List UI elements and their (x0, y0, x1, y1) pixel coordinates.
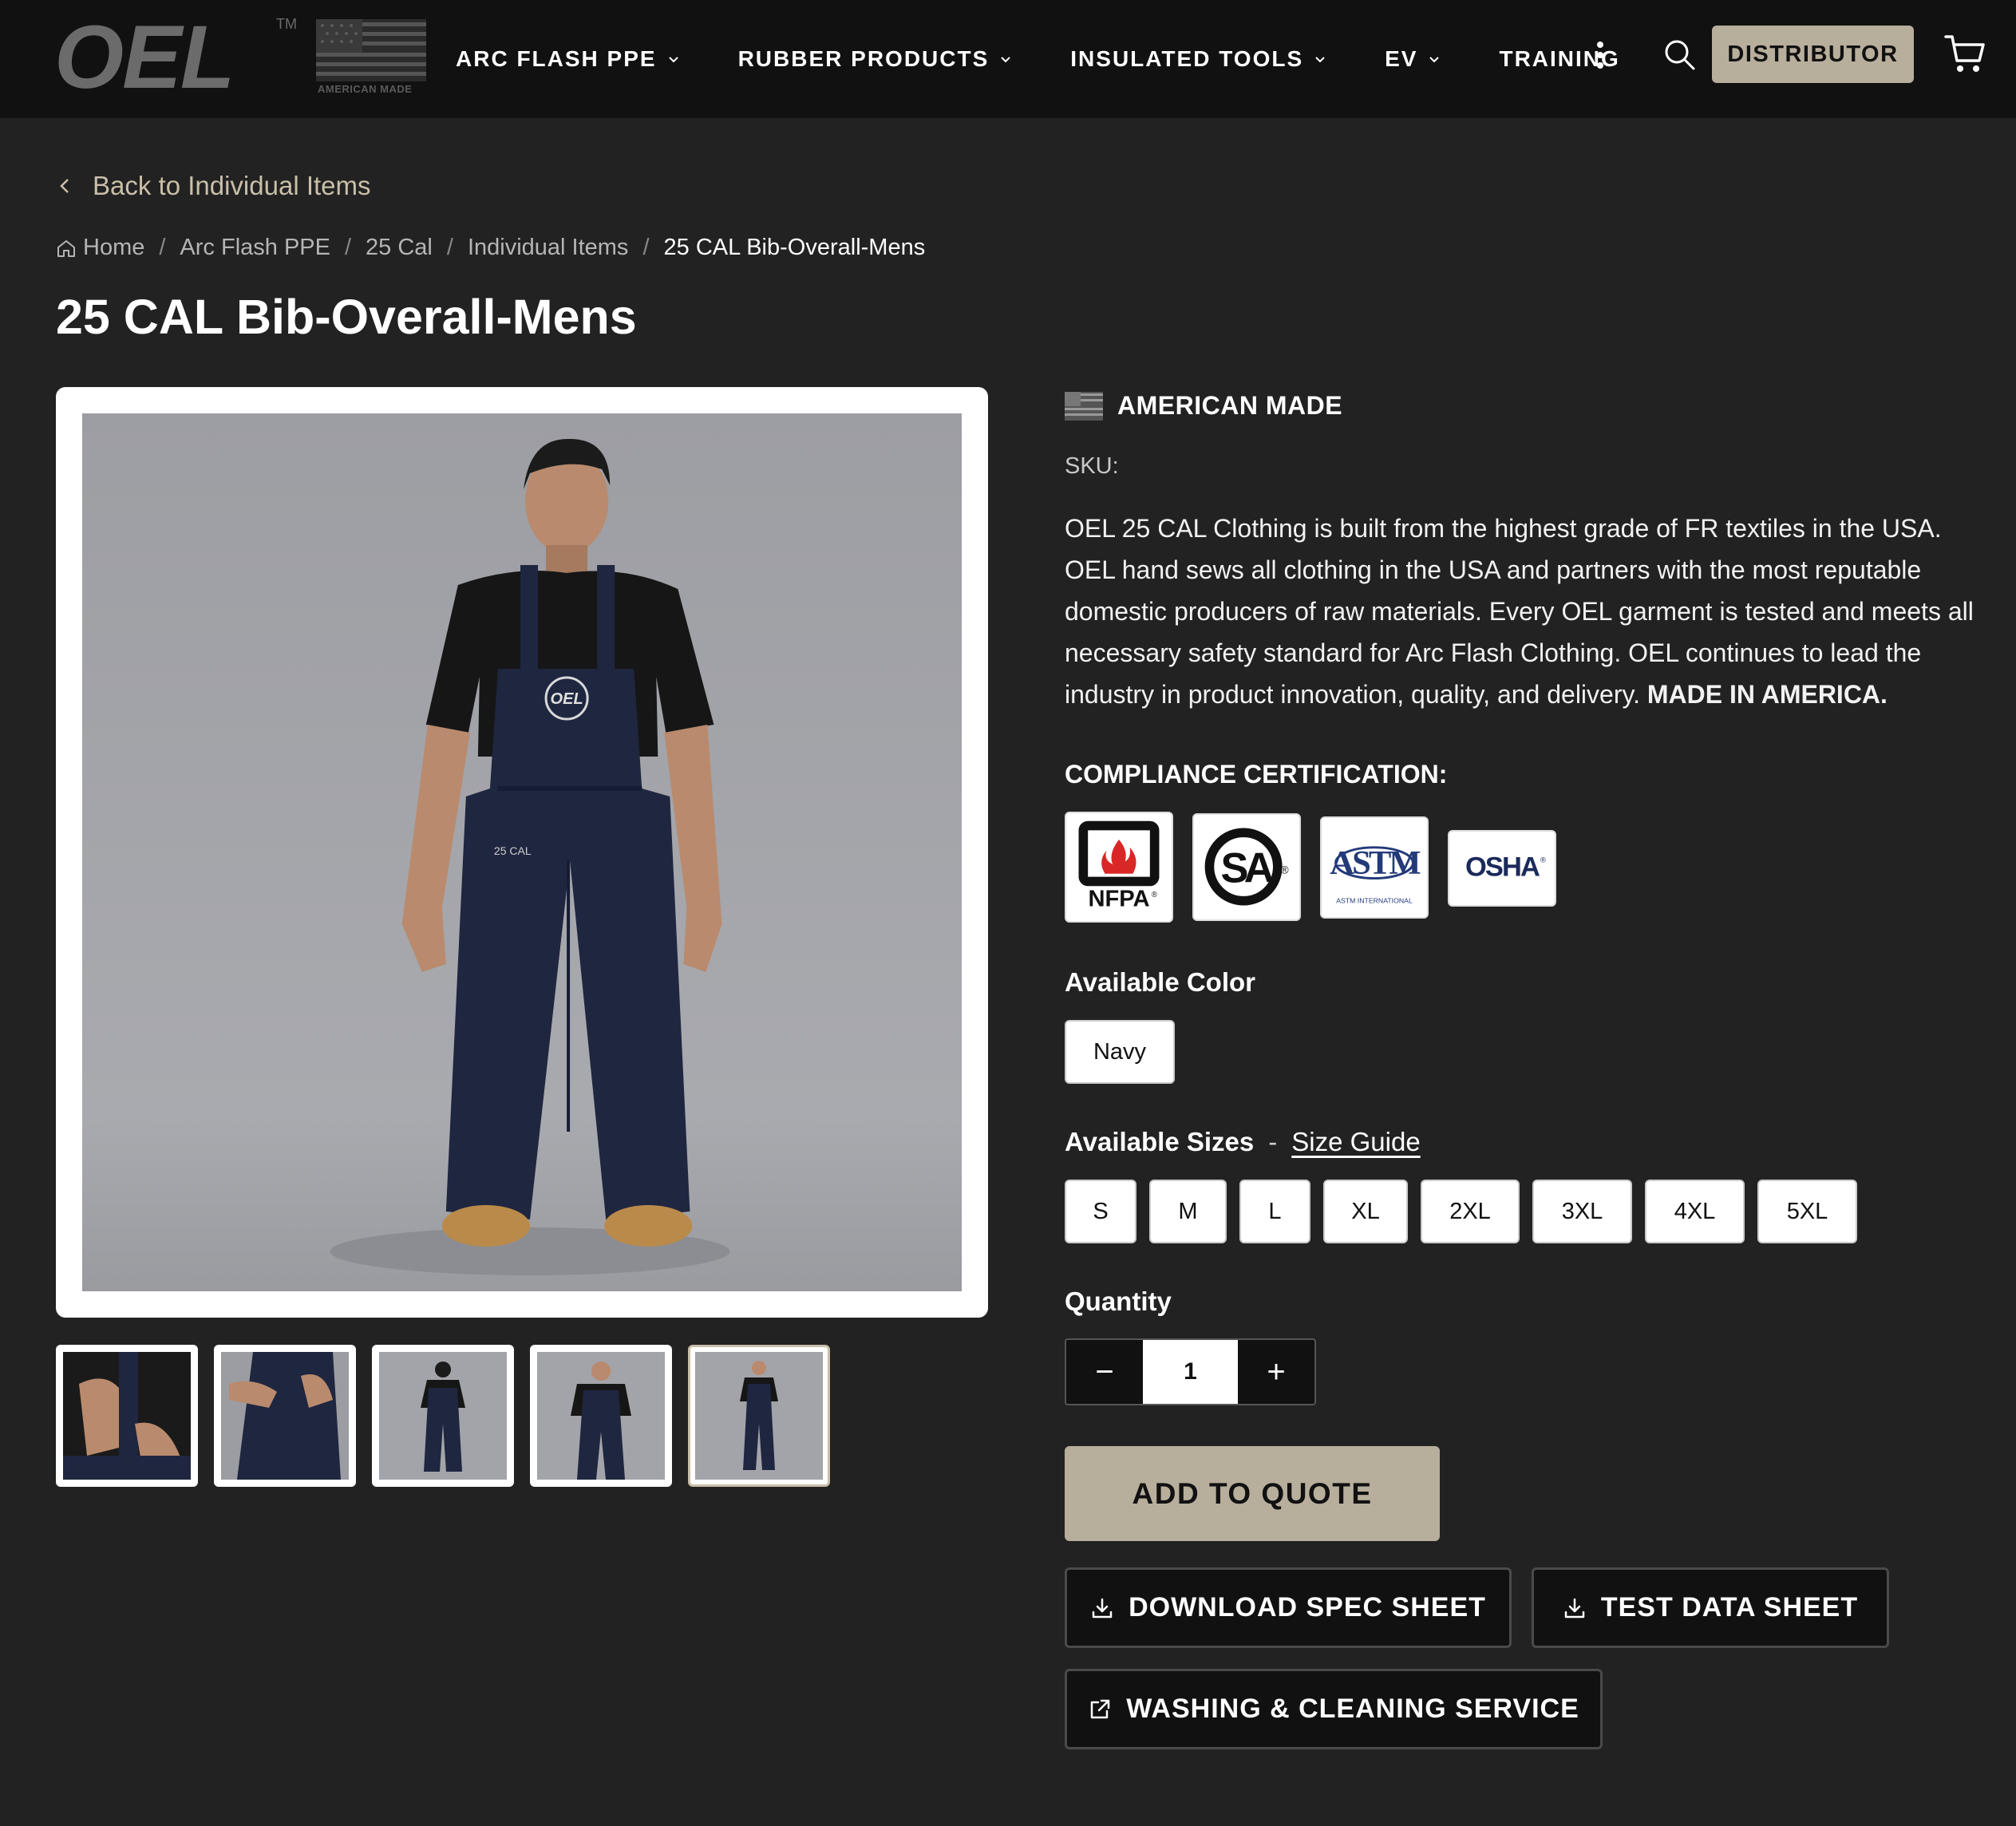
nfpa-logo: NFPA ® (1065, 812, 1173, 923)
american-made-badge: AMERICAN MADE (1065, 391, 1342, 421)
osha-logo: OSHA ® (1448, 830, 1556, 907)
american-flag-icon (316, 19, 426, 81)
test-data-sheet-button[interactable]: TEST DATA SHEET (1532, 1567, 1889, 1648)
nav-ev[interactable]: EV (1385, 46, 1441, 72)
chevron-left-icon (60, 179, 69, 193)
logo-tm: TM (276, 16, 297, 32)
breadcrumb-25-cal[interactable]: 25 Cal (366, 235, 433, 261)
main-nav: ARC FLASH PPE RUBBER PRODUCTS INSULATED … (456, 0, 1678, 118)
back-link[interactable]: Back to Individual Items (56, 171, 371, 201)
nav-label: RUBBER PRODUCTS (737, 46, 990, 71)
size-option-4xl[interactable]: 4XL (1645, 1180, 1745, 1243)
garment-logo: OEL (551, 690, 583, 708)
oel-logo[interactable]: OEL TM AMERICAN MADE (54, 7, 429, 107)
breadcrumb-separator: / (159, 235, 166, 260)
nav-insulated-tools[interactable]: INSULATED TOOLS (1070, 46, 1327, 72)
size-option-xl[interactable]: XL (1323, 1180, 1408, 1243)
washing-cleaning-service-button[interactable]: WASHING & CLEANING SERVICE (1065, 1669, 1603, 1749)
compliance-title: COMPLIANCE CERTIFICATION: (1065, 760, 1448, 788)
product-description: OEL 25 CAL Clothing is built from the hi… (1065, 508, 1990, 715)
description-emphasis: MADE IN AMERICA. (1646, 680, 1888, 709)
breadcrumb-individual-items[interactable]: Individual Items (468, 235, 629, 261)
main-product-image[interactable]: OEL 25 CAL (56, 387, 988, 1318)
color-option-navy[interactable]: Navy (1065, 1020, 1175, 1084)
chevron-down-icon (1315, 57, 1325, 63)
size-option-s[interactable]: S (1065, 1180, 1136, 1243)
available-color-title: Available Color (1065, 967, 1256, 997)
chevron-down-icon (668, 57, 678, 63)
chevron-down-icon (1001, 57, 1010, 63)
logo-text: OEL (54, 14, 233, 94)
breadcrumb-current: 25 CAL Bib-Overall-Mens (663, 235, 926, 260)
thumbnail-2[interactable] (214, 1345, 356, 1487)
american-flag-icon (1065, 391, 1103, 421)
sku-label: SKU: (1065, 453, 1119, 479)
page-title: 25 CAL Bib-Overall-Mens (56, 290, 637, 344)
more-menu-icon[interactable] (1588, 37, 1612, 73)
csa-mark: SA (1220, 845, 1273, 891)
size-option-2xl[interactable]: 2XL (1421, 1180, 1520, 1243)
search-icon[interactable] (1662, 37, 1698, 73)
thumbnail-strip (56, 1345, 830, 1487)
nav-label: EV (1385, 46, 1418, 71)
size-option-l[interactable]: L (1239, 1180, 1310, 1243)
astm-mark: ASTM (1330, 844, 1420, 882)
svg-text:®: ® (1540, 856, 1546, 864)
nfpa-mark: NFPA (1088, 887, 1149, 912)
breadcrumb-separator: / (344, 235, 352, 260)
quantity-stepper: − + (1065, 1338, 1316, 1405)
quantity-title: Quantity (1065, 1286, 1172, 1316)
available-sizes-title: Available Sizes - Size Guide (1065, 1127, 1421, 1157)
thumbnail-3[interactable] (372, 1345, 514, 1487)
size-guide-link[interactable]: Size Guide (1291, 1127, 1420, 1157)
add-to-quote-button[interactable]: ADD TO QUOTE (1065, 1446, 1440, 1541)
osha-mark: OSHA (1465, 852, 1540, 883)
chevron-down-icon (1429, 57, 1440, 63)
thumbnail-1[interactable] (56, 1345, 198, 1487)
download-icon (1564, 1598, 1585, 1618)
nav-label: ARC FLASH PPE (456, 46, 657, 71)
size-option-5xl[interactable]: 5XL (1757, 1180, 1857, 1243)
download-icon (1092, 1598, 1113, 1618)
nav-arc-flash-ppe[interactable]: ARC FLASH PPE (456, 46, 681, 72)
quantity-input[interactable] (1143, 1340, 1238, 1404)
home-icon (57, 239, 75, 257)
breadcrumb-arc-flash-ppe[interactable]: Arc Flash PPE (180, 235, 330, 261)
csa-logo: SA ® (1192, 813, 1301, 921)
breadcrumb: Home / Arc Flash PPE / 25 Cal / Individu… (56, 235, 925, 261)
nav-label: INSULATED TOOLS (1070, 46, 1304, 71)
cart-icon[interactable] (1944, 32, 1986, 75)
size-option-m[interactable]: M (1149, 1180, 1227, 1243)
astm-logo: ASTM ASTM INTERNATIONAL (1320, 816, 1429, 919)
breadcrumb-separator: / (446, 235, 453, 260)
american-made-label: AMERICAN MADE (1117, 391, 1343, 420)
thumbnail-5[interactable] (688, 1345, 830, 1487)
site-header: OEL TM AMERICAN MADE ARC FLASH PPE RUBBE… (0, 0, 2016, 118)
garment-text: 25 CAL (494, 844, 532, 857)
external-link-icon (1090, 1699, 1110, 1718)
logo-flag-caption: AMERICAN MADE (318, 83, 412, 94)
thumbnail-4[interactable] (530, 1345, 672, 1487)
distributor-button[interactable]: DISTRIBUTOR (1712, 26, 1914, 83)
nav-rubber-products[interactable]: RUBBER PRODUCTS (738, 46, 1014, 72)
svg-text:ASTM INTERNATIONAL: ASTM INTERNATIONAL (1336, 897, 1413, 905)
svg-text:®: ® (1152, 891, 1157, 899)
increase-quantity-button[interactable]: + (1238, 1340, 1314, 1404)
breadcrumb-separator: / (642, 235, 650, 260)
download-spec-sheet-button[interactable]: DOWNLOAD SPEC SHEET (1065, 1567, 1512, 1648)
size-option-3xl[interactable]: 3XL (1532, 1180, 1632, 1243)
decrease-quantity-button[interactable]: − (1066, 1340, 1143, 1404)
back-link-label: Back to Individual Items (93, 171, 371, 200)
breadcrumb-home[interactable]: Home (56, 235, 144, 261)
svg-text:®: ® (1281, 864, 1289, 876)
